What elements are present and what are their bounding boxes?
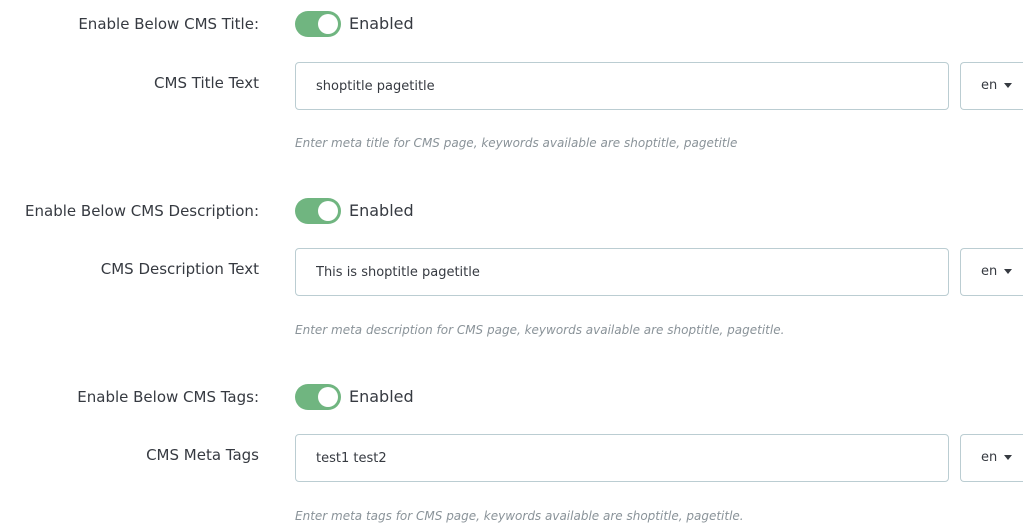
cms-title-language-dropdown[interactable]: en: [960, 62, 1023, 110]
toggle-knob: [318, 14, 338, 34]
cms-meta-tags-language-dropdown[interactable]: en: [960, 434, 1023, 482]
cms-description-text-label: CMS Description Text: [100, 260, 259, 278]
cms-title-toggle-row: Enable Below CMS Title: Enabled: [0, 11, 1023, 39]
cms-description-toggle-switch[interactable]: [295, 198, 341, 224]
cms-title-toggle-label: Enable Below CMS Title:: [78, 15, 259, 33]
cms-title-text-row: CMS Title Text en: [0, 62, 1023, 110]
cms-description-language-dropdown[interactable]: en: [960, 248, 1023, 296]
cms-tags-toggle-switch[interactable]: [295, 384, 341, 410]
cms-tags-toggle-label: Enable Below CMS Tags:: [77, 388, 259, 406]
cms-description-text-input[interactable]: [295, 248, 949, 296]
language-code: en: [981, 264, 998, 279]
cms-title-toggle-status: Enabled: [349, 14, 414, 33]
toggle-knob: [318, 387, 338, 407]
cms-title-toggle-switch[interactable]: [295, 11, 341, 37]
cms-title-help-text: Enter meta title for CMS page, keywords …: [295, 136, 738, 150]
cms-description-text-row: CMS Description Text en: [0, 248, 1023, 296]
language-code: en: [981, 78, 998, 93]
language-code: en: [981, 450, 998, 465]
cms-tags-toggle-row: Enable Below CMS Tags: Enabled: [0, 384, 1023, 412]
cms-meta-tags-input[interactable]: [295, 434, 949, 482]
caret-down-icon: [1004, 83, 1012, 88]
cms-title-text-label: CMS Title Text: [154, 74, 259, 92]
cms-meta-tags-label: CMS Meta Tags: [146, 446, 259, 464]
cms-tags-toggle-status: Enabled: [349, 387, 414, 406]
cms-meta-tags-row: CMS Meta Tags en: [0, 434, 1023, 482]
caret-down-icon: [1004, 269, 1012, 274]
cms-description-help-text: Enter meta description for CMS page, key…: [295, 323, 785, 337]
cms-description-toggle-label: Enable Below CMS Description:: [25, 202, 259, 220]
cms-description-toggle-status: Enabled: [349, 201, 414, 220]
cms-description-toggle-row: Enable Below CMS Description: Enabled: [0, 198, 1023, 226]
cms-title-text-input[interactable]: [295, 62, 949, 110]
cms-meta-tags-help-text: Enter meta tags for CMS page, keywords a…: [295, 509, 744, 523]
caret-down-icon: [1004, 455, 1012, 460]
toggle-knob: [318, 201, 338, 221]
